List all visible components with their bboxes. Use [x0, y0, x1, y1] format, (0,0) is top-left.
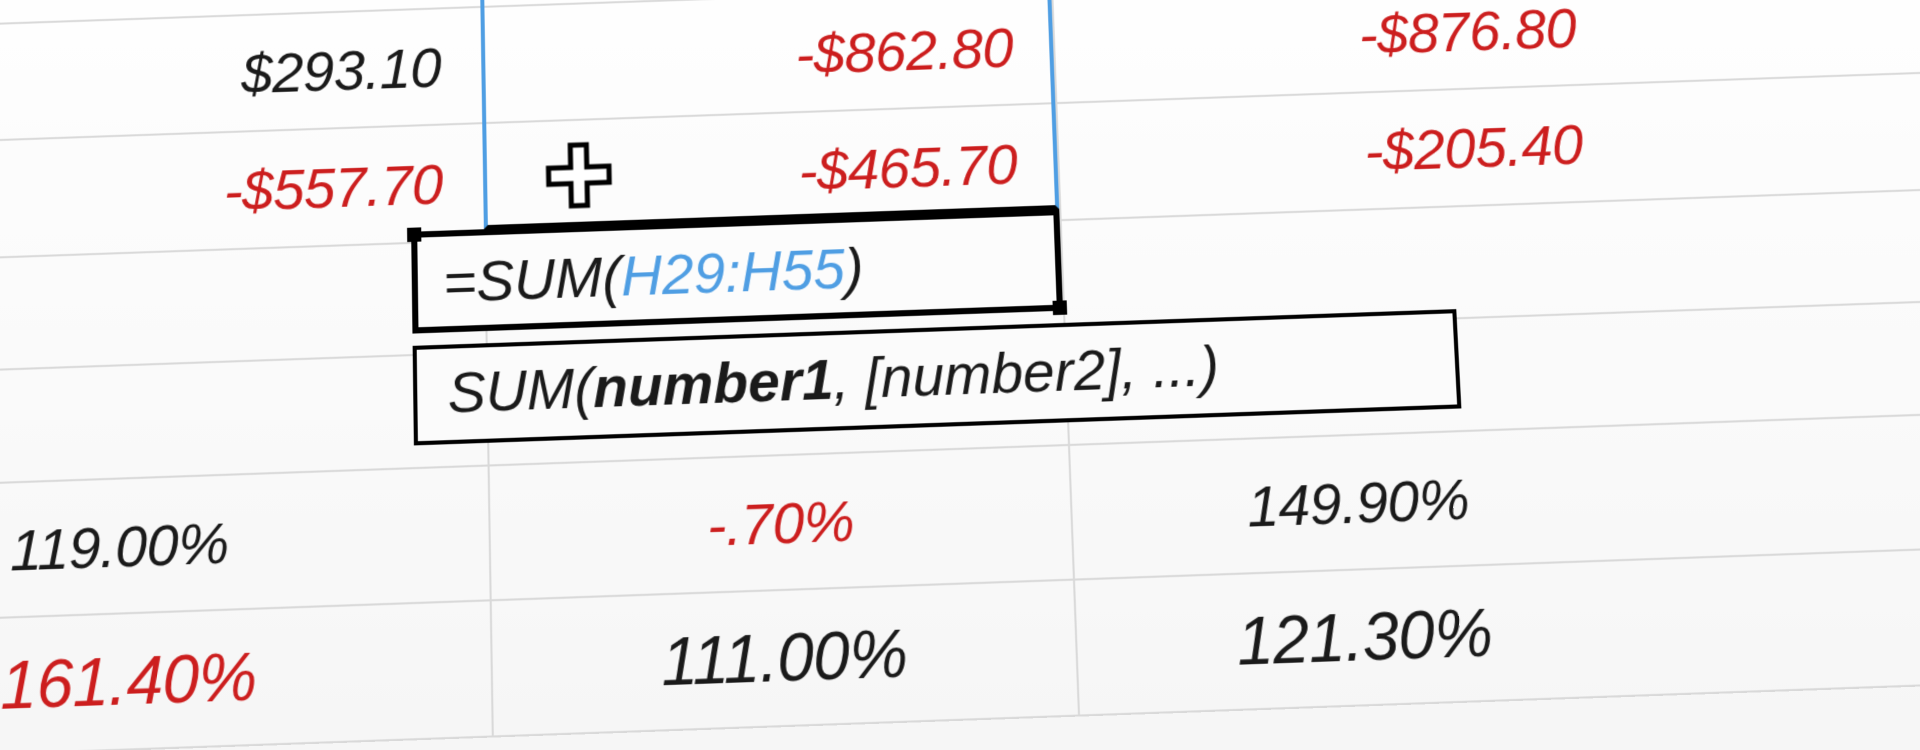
cell-value: -$862.80: [794, 14, 1014, 87]
cell-value: 149.90%: [1246, 464, 1471, 539]
tooltip-function-name: SUM(: [447, 355, 593, 425]
cell-value: -$465.70: [798, 130, 1019, 203]
worksheet-grid[interactable]: $293.10 -$862.80 -$876.80 -$557.70 -$465…: [0, 0, 1920, 750]
cell-value: -$205.40: [1363, 110, 1585, 183]
cell[interactable]: $293.10: [0, 8, 484, 141]
cell[interactable]: -$862.80: [482, 0, 1057, 122]
cell[interactable]: 111.00%: [492, 581, 1080, 736]
formula-reference: H29:H55: [620, 235, 845, 307]
cell-value: $293.10: [241, 34, 441, 106]
spreadsheet-viewport: $293.10 -$862.80 -$876.80 -$557.70 -$465…: [0, 0, 1920, 750]
tooltip-arg-rest: , [number2], ...): [832, 333, 1220, 411]
cell[interactable]: [1062, 201, 1633, 331]
tooltip-arg-current: number1: [593, 346, 835, 419]
cell-value: 111.00%: [660, 615, 908, 701]
formula-suffix: ): [844, 235, 865, 300]
selection-handle[interactable]: [407, 227, 421, 242]
cell-value: -$557.70: [224, 150, 444, 223]
cell[interactable]: -.70%: [490, 446, 1075, 599]
cell-value: -$876.80: [1357, 0, 1578, 67]
selection-handle[interactable]: [1053, 300, 1068, 315]
cell[interactable]: -161.40%: [0, 601, 494, 750]
formula-text: =SUM(H29:H55): [443, 234, 865, 315]
cell-value: -161.40%: [0, 638, 257, 725]
cell-value: 119.00%: [10, 508, 229, 583]
formula-prefix: =SUM(: [443, 243, 622, 313]
cell[interactable]: 149.90%: [1070, 426, 1647, 579]
cell[interactable]: 119.00%: [0, 466, 492, 618]
cell[interactable]: -$205.40: [1057, 84, 1626, 219]
cell-value: -.70%: [706, 486, 855, 559]
cell-value: 121.30%: [1235, 594, 1494, 680]
cell[interactable]: 121.30%: [1075, 560, 1655, 714]
